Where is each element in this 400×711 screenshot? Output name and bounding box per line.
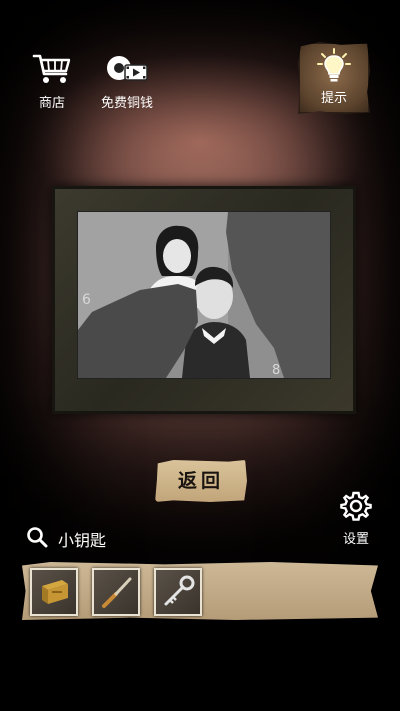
hint-button[interactable]: 提示 — [298, 42, 370, 114]
hint-label: 提示 — [320, 91, 347, 106]
inventory-bar — [22, 562, 378, 620]
chalk-number-8: 8 — [272, 363, 280, 378]
shopping-cart-icon — [32, 54, 72, 90]
photo-frame[interactable]: 6 8 — [52, 186, 356, 414]
inventory-slot-small-key[interactable] — [154, 568, 202, 616]
shop-button[interactable]: 商店 — [28, 52, 76, 111]
video-coin-icon — [102, 56, 152, 90]
brass-plate-icon — [42, 580, 68, 604]
free-coins-label: 免费铜钱 — [100, 96, 153, 111]
return-button[interactable]: 返回 — [155, 460, 247, 502]
free-coins-button[interactable]: 免费铜钱 — [94, 52, 160, 111]
inventory-slot-brass-plate[interactable] — [30, 568, 78, 616]
selected-item-row: 小钥匙 — [26, 526, 106, 552]
inventory-slot-knife[interactable] — [92, 568, 140, 616]
settings-button[interactable]: 设置 — [336, 490, 376, 547]
gear-icon — [340, 491, 372, 526]
selected-item-name: 小钥匙 — [58, 531, 107, 550]
old-photograph[interactable]: 6 8 — [77, 211, 331, 379]
knife-icon — [102, 577, 132, 608]
chalk-number-6: 6 — [82, 292, 91, 308]
search-icon — [26, 526, 48, 552]
small-key-icon — [164, 575, 195, 606]
lightbulb-icon — [317, 48, 351, 88]
photo-illustration: 6 8 — [78, 212, 330, 378]
settings-label: 设置 — [342, 532, 369, 547]
shop-label: 商店 — [38, 96, 65, 111]
